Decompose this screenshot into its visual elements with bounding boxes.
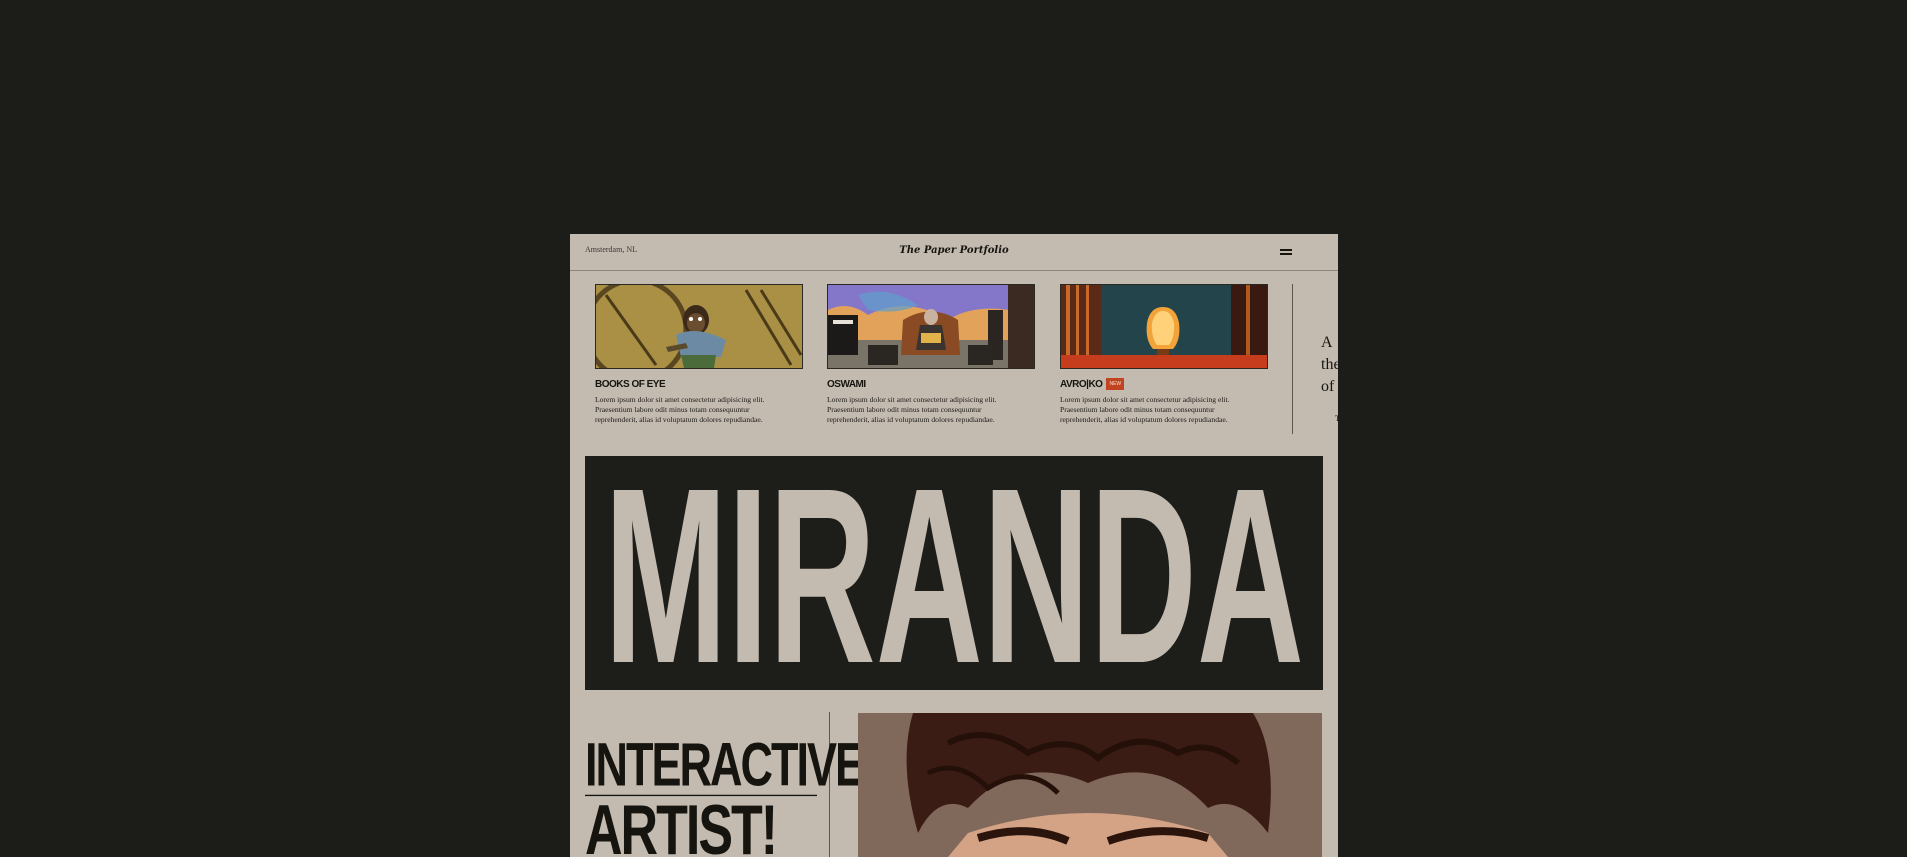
project-title-text[interactable]: BOOKS OF EYE	[595, 379, 666, 390]
project-card-oswami[interactable]: OSWAMI Lorem ipsum dolor sit amet consec…	[827, 284, 1035, 425]
project-thumbnail[interactable]	[827, 284, 1035, 369]
project-title[interactable]: OSWAMI	[827, 377, 1035, 391]
paper-portfolio-page: Amsterdam, NL The Paper Portfolio BOOKS …	[570, 234, 1338, 857]
hamburger-icon[interactable]	[1280, 248, 1292, 257]
project-title[interactable]: AVRO|KO NEW	[1060, 377, 1268, 391]
project-description: Lorem ipsum dolor sit amet consectetur a…	[595, 395, 765, 424]
column-divider	[1292, 284, 1293, 434]
sidebar-partial-small: T	[1335, 414, 1338, 423]
project-title-text[interactable]: OSWAMI	[827, 379, 866, 390]
tagline: INTERACTIVE ARTIST!	[585, 729, 865, 857]
project-thumbnail[interactable]	[1060, 284, 1268, 369]
sidebar-partial-text: A the of	[1321, 334, 1338, 395]
project-title-text[interactable]: AVRO|KO	[1060, 379, 1103, 390]
project-description: Lorem ipsum dolor sit amet consectetur a…	[827, 395, 997, 424]
hero-banner: MIRANDA	[585, 456, 1323, 690]
project-card-books-of-eye[interactable]: BOOKS OF EYE Lorem ipsum dolor sit amet …	[595, 284, 803, 425]
project-thumbnail[interactable]	[595, 284, 803, 369]
portrait-image	[858, 713, 1322, 857]
project-title[interactable]: BOOKS OF EYE	[595, 377, 803, 391]
tagline-line2: ARTIST!	[585, 792, 778, 857]
hero-name: MIRANDA	[604, 456, 1304, 690]
project-description: Lorem ipsum dolor sit amet consectetur a…	[1060, 395, 1230, 424]
top-bar: Amsterdam, NL The Paper Portfolio	[570, 234, 1338, 271]
brand-logo[interactable]: The Paper Portfolio	[570, 245, 1338, 256]
new-badge: NEW	[1106, 378, 1125, 390]
tagline-line1: INTERACTIVE	[585, 729, 865, 799]
project-card-avroko[interactable]: AVRO|KO NEW Lorem ipsum dolor sit amet c…	[1060, 284, 1268, 425]
